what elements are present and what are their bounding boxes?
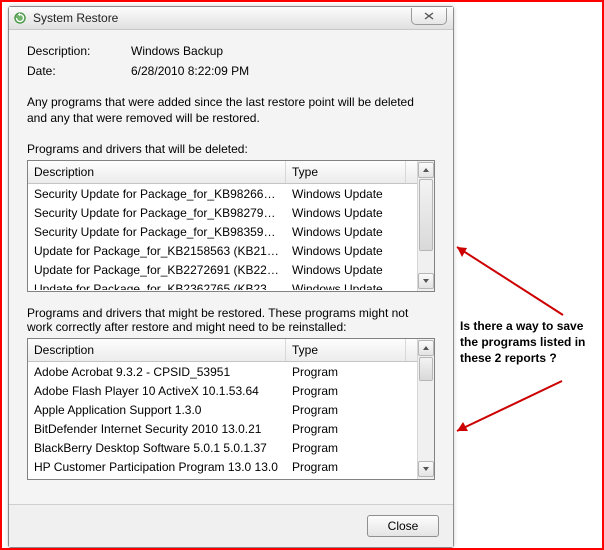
cell-description: Apple Application Support 1.3.0	[28, 403, 286, 417]
cell-description: Security Update for Package_for_KB983590…	[28, 225, 286, 239]
restored-table: Description Type Adobe Acrobat 9.3.2 - C…	[27, 338, 435, 480]
cell-description: Security Update for Package_for_KB982665…	[28, 187, 286, 201]
table-row[interactable]: HP Customer Participation Program 13.0 1…	[28, 457, 417, 476]
scroll-down-button[interactable]	[418, 273, 434, 289]
cell-description: Update for Package_for_KB2362765 (KB2362…	[28, 282, 286, 291]
table-row[interactable]: Apple Application Support 1.3.0Program	[28, 400, 417, 419]
cell-description: BitDefender Internet Security 2010 13.0.…	[28, 422, 286, 436]
chevron-down-icon	[422, 278, 430, 284]
window-title: System Restore	[33, 11, 118, 25]
table-row[interactable]: Adobe Acrobat 9.3.2 - CPSID_53951Program	[28, 362, 417, 381]
scroll-up-button[interactable]	[418, 162, 434, 178]
table-row[interactable]: BlackBerry Desktop Software 5.0.1 5.0.1.…	[28, 438, 417, 457]
cell-type: Windows Update	[286, 244, 406, 258]
cell-description: Adobe Acrobat 9.3.2 - CPSID_53951	[28, 365, 286, 379]
column-type[interactable]: Type	[286, 339, 406, 361]
title-bar: System Restore	[9, 7, 453, 30]
chevron-up-icon	[422, 167, 430, 173]
description-label: Description:	[27, 44, 131, 58]
cell-type: Program	[286, 460, 406, 474]
dialog-footer: Close	[9, 504, 453, 547]
cell-type: Program	[286, 365, 406, 379]
cell-type: Windows Update	[286, 282, 406, 291]
column-type[interactable]: Type	[286, 161, 406, 183]
cell-type: Program	[286, 384, 406, 398]
close-window-button[interactable]	[411, 8, 447, 25]
restored-section-label: Programs and drivers that might be resto…	[27, 306, 435, 334]
cell-type: Windows Update	[286, 206, 406, 220]
explanation-text: Any programs that were added since the l…	[27, 94, 435, 126]
chevron-up-icon	[422, 345, 430, 351]
column-description[interactable]: Description	[28, 339, 286, 361]
cell-description: Adobe Flash Player 10 ActiveX 10.1.53.64	[28, 384, 286, 398]
close-button[interactable]: Close	[367, 515, 439, 537]
cell-type: Windows Update	[286, 263, 406, 277]
table-header: Description Type	[28, 339, 417, 362]
close-icon	[424, 12, 434, 20]
table-row[interactable]: BitDefender Internet Security 2010 13.0.…	[28, 419, 417, 438]
table-row[interactable]: Update for Package_for_KB2362765 (KB2362…	[28, 279, 417, 290]
cell-description: HP Customer Participation Program 13.0 1…	[28, 460, 286, 474]
cell-type: Program	[286, 403, 406, 417]
annotation-text: Is there a way to save the programs list…	[460, 318, 598, 367]
cell-type: Windows Update	[286, 225, 406, 239]
scroll-thumb[interactable]	[419, 179, 433, 251]
system-restore-window: System Restore Description: Windows Back…	[8, 6, 454, 548]
cell-type: Windows Update	[286, 187, 406, 201]
table-row[interactable]: Update for Package_for_KB2272691 (KB2272…	[28, 260, 417, 279]
table-row[interactable]: Security Update for Package_for_KB982799…	[28, 203, 417, 222]
date-label: Date:	[27, 64, 131, 78]
cell-type: Program	[286, 422, 406, 436]
column-description[interactable]: Description	[28, 161, 286, 183]
scroll-down-button[interactable]	[418, 461, 434, 477]
cell-description: BlackBerry Desktop Software 5.0.1 5.0.1.…	[28, 441, 286, 455]
table-row[interactable]: Adobe Flash Player 10 ActiveX 10.1.53.64…	[28, 381, 417, 400]
cell-description: Update for Package_for_KB2158563 (KB2158…	[28, 244, 286, 258]
table-row[interactable]: Security Update for Package_for_KB983590…	[28, 222, 417, 241]
cell-type: Program	[286, 441, 406, 455]
deleted-table: Description Type Security Update for Pac…	[27, 160, 435, 292]
table-row[interactable]: Update for Package_for_KB2158563 (KB2158…	[28, 241, 417, 260]
chevron-down-icon	[422, 466, 430, 472]
cell-description: Security Update for Package_for_KB982799…	[28, 206, 286, 220]
date-value: 6/28/2010 8:22:09 PM	[131, 64, 249, 78]
scrollbar[interactable]	[417, 339, 434, 479]
scrollbar[interactable]	[417, 161, 434, 291]
deleted-section-label: Programs and drivers that will be delete…	[27, 142, 435, 156]
scroll-up-button[interactable]	[418, 340, 434, 356]
table-row[interactable]: Security Update for Package_for_KB982665…	[28, 184, 417, 203]
cell-description: Update for Package_for_KB2272691 (KB2272…	[28, 263, 286, 277]
description-value: Windows Backup	[131, 44, 223, 58]
scroll-thumb[interactable]	[419, 357, 433, 381]
table-header: Description Type	[28, 161, 417, 184]
app-icon	[13, 11, 27, 25]
